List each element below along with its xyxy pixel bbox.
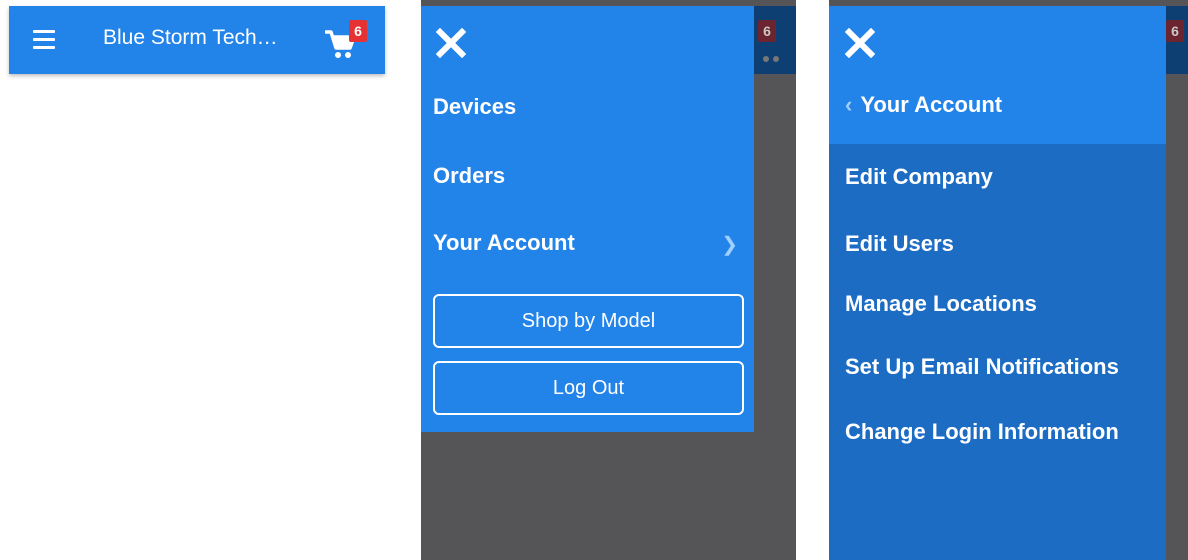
log-out-button[interactable]: Log Out <box>433 361 744 415</box>
submenu-item-email-notifications[interactable]: Set Up Email Notifications <box>845 354 1119 380</box>
cart-button[interactable]: 6 <box>323 20 373 66</box>
submenu-item-manage-locations[interactable]: Manage Locations <box>845 291 1037 317</box>
app-title: Blue Storm Tech… <box>103 26 278 49</box>
cart-count-badge: 6 <box>1166 20 1184 42</box>
screen-closed: Blue Storm Tech… 6 <box>0 0 396 560</box>
nav-drawer: Devices Orders Your Account ❯ Shop by Mo… <box>421 6 754 432</box>
screen-account-submenu: 6 ‹ Your Account Edit Company Edit Users … <box>829 0 1188 560</box>
submenu-item-change-login[interactable]: Change Login Information <box>845 419 1119 445</box>
submenu-item-edit-users[interactable]: Edit Users <box>845 231 954 257</box>
chevron-right-icon[interactable]: ❯ <box>721 232 738 257</box>
close-icon[interactable] <box>436 28 466 58</box>
close-icon[interactable] <box>845 28 875 58</box>
shop-by-model-button[interactable]: Shop by Model <box>433 294 744 348</box>
back-label: Your Account <box>860 92 1003 117</box>
cart-icon <box>763 56 779 62</box>
account-submenu: ‹ Your Account Edit Company Edit Users Ma… <box>829 6 1166 560</box>
menu-item-devices[interactable]: Devices <box>433 94 516 120</box>
app-bar: Blue Storm Tech… 6 <box>9 6 385 74</box>
screen-menu-open: 6 Devices Orders Your Account ❯ Shop by … <box>421 0 796 560</box>
submenu-header: ‹ Your Account <box>829 6 1166 144</box>
menu-item-your-account[interactable]: Your Account <box>433 230 575 256</box>
menu-item-orders[interactable]: Orders <box>433 163 505 189</box>
cart-count-badge: 6 <box>349 20 367 42</box>
submenu-item-edit-company[interactable]: Edit Company <box>845 164 993 190</box>
chevron-left-icon: ‹ <box>845 92 853 117</box>
hamburger-icon[interactable] <box>33 30 55 50</box>
cart-count-badge: 6 <box>758 20 776 42</box>
back-to-main-menu[interactable]: ‹ Your Account <box>845 92 1002 118</box>
